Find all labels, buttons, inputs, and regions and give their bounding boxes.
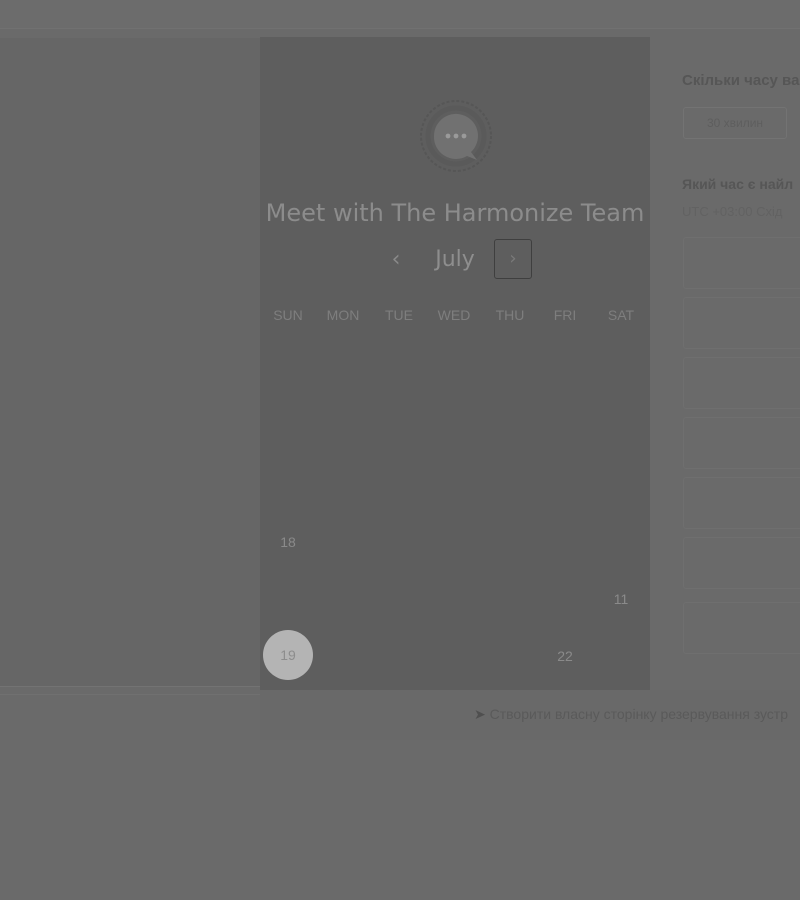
time-slot[interactable] (683, 537, 800, 589)
time-slot[interactable] (683, 357, 800, 409)
month-navigation: ‹ July › (260, 239, 650, 281)
duration-option-button[interactable]: 30 хвилин (683, 107, 787, 139)
chevron-right-icon: › (509, 248, 517, 269)
create-booking-page-link[interactable]: ➤ Створити власну сторінку резервування … (474, 706, 800, 723)
time-slot[interactable] (683, 417, 800, 469)
harmonize-logo-icon (420, 100, 492, 172)
day-cell[interactable]: 22 (540, 631, 590, 681)
time-slot[interactable] (683, 237, 800, 289)
weekday-thu: THU (495, 307, 525, 323)
next-month-button[interactable]: › (494, 239, 532, 279)
time-slot[interactable] (683, 477, 800, 529)
weekday-wed: WED (437, 307, 471, 323)
prev-month-button[interactable]: ‹ (378, 247, 414, 275)
create-booking-page-label: Створити власну сторінку резервування зу… (489, 706, 789, 722)
duration-question: Скільки часу ва (682, 72, 800, 89)
weekday-mon: MON (326, 307, 360, 323)
time-question: Який час є найл (682, 176, 794, 192)
booking-panel: Скільки часу ва 30 хвилин Який час є най… (650, 37, 800, 690)
top-bar (0, 0, 800, 29)
weekday-tue: TUE (385, 307, 413, 323)
weekday-sun: SUN (273, 307, 303, 323)
page: Meet with The Harmonize Team ‹ July › SU… (0, 0, 800, 900)
day-cell[interactable]: 18 (263, 517, 313, 567)
weekday-fri: FRI (553, 307, 577, 323)
divider (0, 694, 260, 695)
event-title: Meet with The Harmonize Team (265, 199, 645, 227)
chevron-left-icon: ‹ (391, 247, 401, 272)
weekday-sat: SAT (607, 307, 635, 323)
month-label: July (435, 247, 475, 272)
scheduler-card: Meet with The Harmonize Team ‹ July › SU… (260, 37, 650, 690)
timezone-selector[interactable]: UTC +03:00 Схід (682, 204, 782, 219)
arrow-icon: ➤ (474, 706, 486, 722)
day-cell[interactable]: 11 (596, 574, 646, 624)
time-slot[interactable] (683, 297, 800, 349)
left-panel (0, 38, 260, 687)
time-slot[interactable] (683, 602, 800, 654)
day-cell-selected[interactable]: 19 (263, 630, 313, 680)
footer-bar: ➤ Створити власну сторінку резервування … (260, 690, 800, 740)
weekday-header: SUN MON TUE WED THU FRI SAT (260, 307, 650, 327)
